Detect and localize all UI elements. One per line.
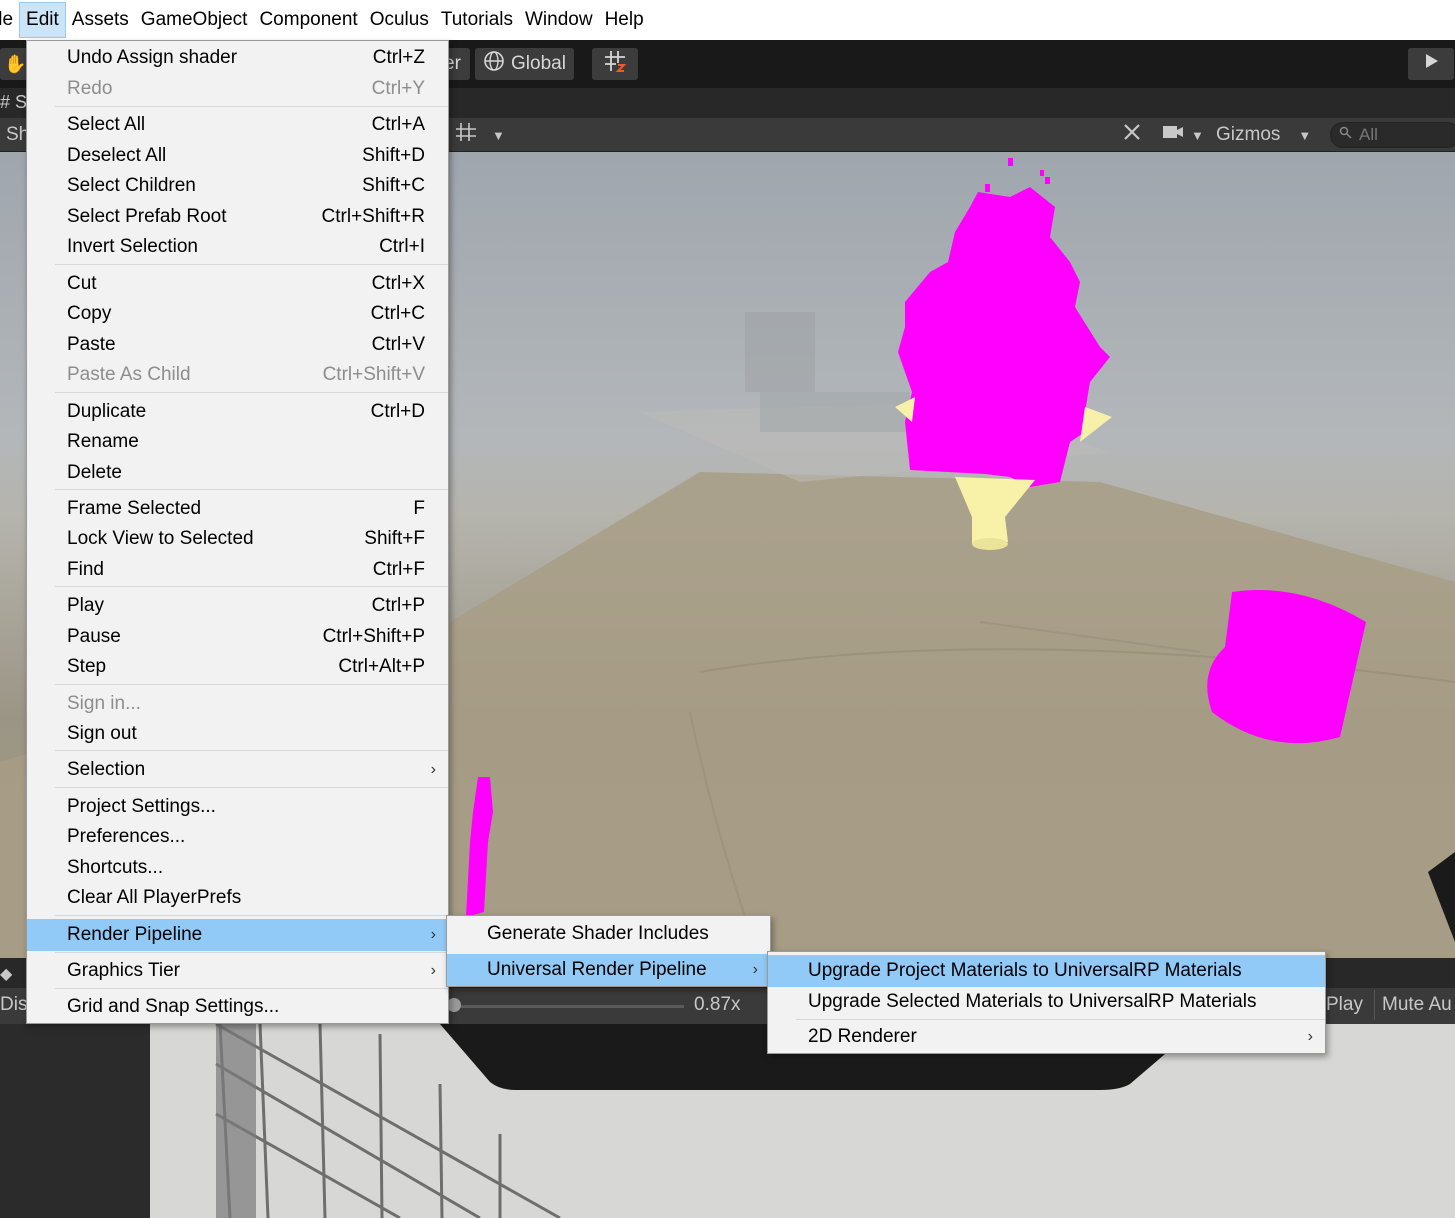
grid-icon [454, 121, 478, 149]
menu-item-cut[interactable]: Cut Ctrl+X [27, 269, 448, 299]
gizmos-dropdown[interactable]: Gizmos ▼ [1210, 120, 1317, 150]
menu-file[interactable]: ile [0, 2, 19, 38]
menu-item-project-settings[interactable]: Project Settings... [27, 792, 448, 822]
grid-snap-icon [603, 49, 627, 79]
menu-bar: ile Edit Assets GameObject Component Ocu… [0, 0, 1455, 40]
menu-item-render-pipeline[interactable]: Render Pipeline › [27, 919, 448, 951]
chevron-down-icon: ▼ [1298, 127, 1312, 143]
chevron-right-icon: › [430, 761, 436, 778]
chevron-right-icon: › [752, 961, 758, 978]
menu-item-invert-selection[interactable]: Invert Selection Ctrl+I [27, 232, 448, 262]
menu-gameobject[interactable]: GameObject [135, 2, 254, 38]
menu-item-delete[interactable]: Delete [27, 458, 448, 488]
menu-item-clear-playerprefs[interactable]: Clear All PlayerPrefs [27, 883, 448, 913]
menu-assets[interactable]: Assets [66, 2, 135, 38]
toolbar-divider [1374, 990, 1375, 1020]
menu-item-play[interactable]: Play Ctrl+P [27, 591, 448, 621]
scale-slider-handle[interactable] [447, 998, 461, 1012]
menu-item-select-children[interactable]: Select Children Shift+C [27, 171, 448, 201]
edit-menu: Undo Assign shader Ctrl+Z Redo Ctrl+Y Sele… [26, 40, 449, 1024]
menu-item-upgrade-selected-materials[interactable]: Upgrade Selected Materials to UniversalR… [768, 987, 1325, 1017]
menu-separator [55, 952, 448, 953]
menu-item-upgrade-project-materials[interactable]: Upgrade Project Materials to UniversalRP… [768, 955, 1325, 987]
scale-slider-track[interactable] [452, 1005, 684, 1008]
menu-item-2d-renderer[interactable]: 2D Renderer › [768, 1022, 1325, 1052]
menu-tutorials[interactable]: Tutorials [435, 2, 519, 38]
camera-icon [1161, 123, 1185, 147]
menu-separator [55, 988, 448, 989]
menu-item-generate-shader-includes[interactable]: Generate Shader Includes [447, 919, 770, 949]
search-icon [1339, 125, 1353, 145]
scene-search-input[interactable]: All [1330, 122, 1455, 148]
menu-separator [55, 392, 448, 393]
menu-item-lock-view[interactable]: Lock View to Selected Shift+F [27, 524, 448, 554]
menu-separator [55, 787, 448, 788]
grid-snap-button[interactable] [592, 48, 638, 80]
grid-visibility-button[interactable]: ▼ [448, 120, 511, 150]
play-button[interactable] [1408, 48, 1454, 80]
menu-separator [55, 750, 448, 751]
menu-item-select-prefab-root[interactable]: Select Prefab Root Ctrl+Shift+R [27, 202, 448, 232]
menu-item-find[interactable]: Find Ctrl+F [27, 555, 448, 585]
menu-item-deselect-all[interactable]: Deselect All Shift+D [27, 141, 448, 171]
mute-audio-toggle[interactable]: Mute Au [1382, 994, 1452, 1016]
menu-item-select-all[interactable]: Select All Ctrl+A [27, 110, 448, 140]
menu-separator [55, 106, 448, 107]
menu-item-selection[interactable]: Selection › [27, 755, 448, 785]
chevron-down-icon: ▼ [492, 127, 505, 143]
menu-component[interactable]: Component [253, 2, 363, 38]
menu-item-sign-in: Sign in... [67, 693, 141, 714]
chevron-down-icon: ▼ [1191, 127, 1204, 143]
gamepad-icon: ◆ [0, 966, 13, 983]
menu-item-step[interactable]: Step Ctrl+Alt+P [27, 652, 448, 682]
scale-value: 0.87x [694, 994, 741, 1015]
menu-item-sign-out[interactable]: Sign out [27, 719, 448, 749]
chevron-right-icon: › [1307, 1028, 1313, 1045]
hand-icon: ✋ [4, 53, 27, 74]
menu-oculus[interactable]: Oculus [364, 2, 435, 38]
menu-item-pause[interactable]: Pause Ctrl+Shift+P [27, 622, 448, 652]
menu-separator [55, 684, 448, 685]
maximize-on-play-toggle[interactable]: Play [1326, 994, 1363, 1016]
menu-separator [55, 264, 448, 265]
menu-separator [55, 489, 448, 490]
gizmos-label: Gizmos [1216, 124, 1281, 145]
menu-item-paste[interactable]: Paste Ctrl+V [27, 330, 448, 360]
menu-edit[interactable]: Edit [19, 2, 66, 38]
scene-tab[interactable]: # S [0, 92, 27, 113]
menu-item-preferences[interactable]: Preferences... [27, 822, 448, 852]
universal-rp-submenu: Upgrade Project Materials to UniversalRP… [767, 951, 1326, 1054]
render-pipeline-submenu: Generate Shader Includes Universal Rende… [446, 915, 771, 987]
chevron-right-icon: › [430, 926, 436, 943]
menu-item-rename[interactable]: Rename [27, 427, 448, 457]
menu-item-universal-render-pipeline[interactable]: Universal Render Pipeline › [447, 954, 770, 986]
menu-item-shortcuts[interactable]: Shortcuts... [27, 853, 448, 883]
menu-item-frame-selected[interactable]: Frame Selected F [27, 494, 448, 524]
menu-separator [55, 915, 448, 916]
menu-separator [55, 586, 448, 587]
search-placeholder: All [1359, 125, 1378, 144]
menu-item-graphics-tier[interactable]: Graphics Tier › [27, 956, 448, 986]
tools-icon [1121, 121, 1143, 149]
menu-item-copy[interactable]: Copy Ctrl+C [27, 299, 448, 329]
menu-help[interactable]: Help [599, 2, 650, 38]
tools-visibility-button[interactable] [1115, 120, 1149, 150]
global-label: Global [511, 53, 566, 74]
menu-separator [796, 1019, 1325, 1020]
camera-settings-dropdown[interactable]: ▼ [1155, 120, 1210, 150]
menu-item-redo: Redo Ctrl+Y [67, 78, 425, 99]
chevron-right-icon: › [430, 962, 436, 979]
menu-item-grid-snap-settings[interactable]: Grid and Snap Settings... [27, 992, 448, 1022]
menu-item-paste-as-child: Paste As Child Ctrl+Shift+V [67, 364, 425, 385]
menu-item-undo[interactable]: Undo Assign shader Ctrl+Z [27, 43, 448, 73]
play-icon [1422, 52, 1440, 76]
globe-icon [483, 50, 505, 78]
menu-item-duplicate[interactable]: Duplicate Ctrl+D [27, 397, 448, 427]
global-toggle[interactable]: Global [475, 48, 574, 80]
menu-window[interactable]: Window [519, 2, 599, 38]
